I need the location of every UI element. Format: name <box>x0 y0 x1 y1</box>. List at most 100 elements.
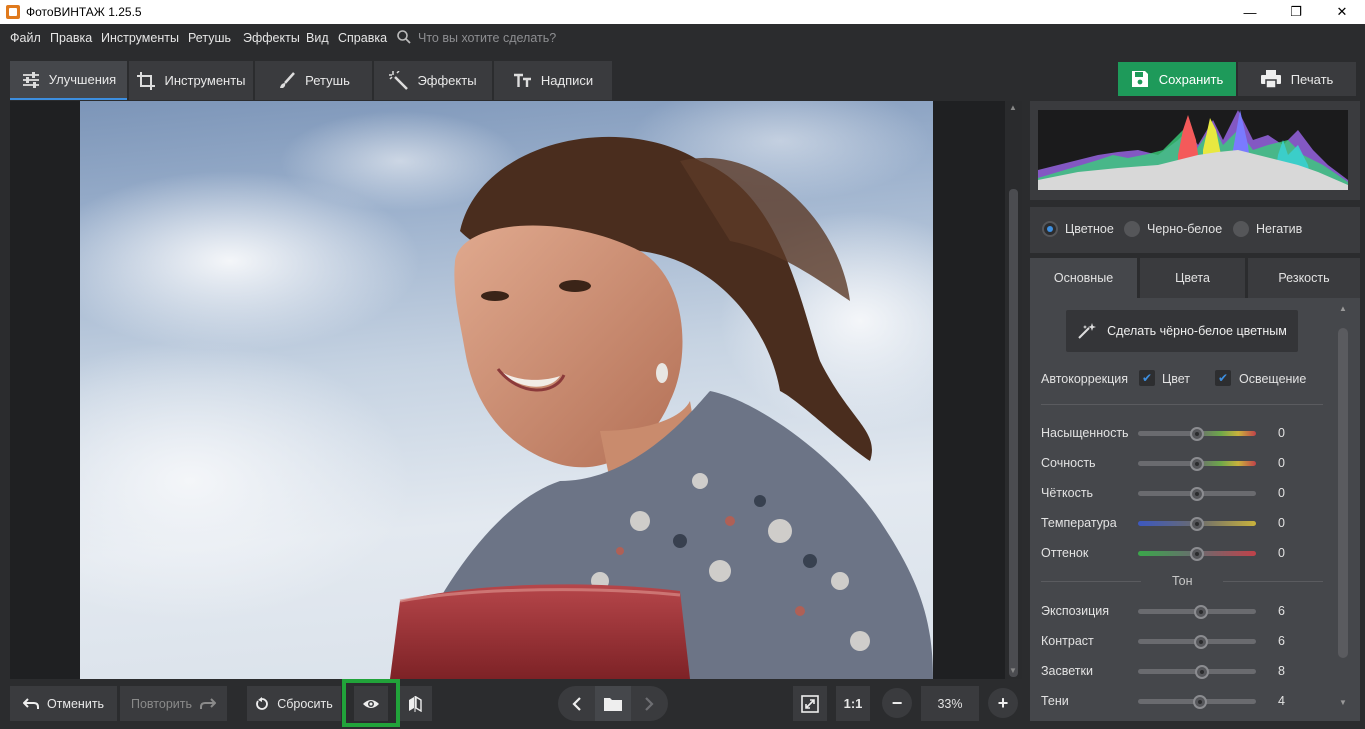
tab-label: Надписи <box>540 73 594 88</box>
chevron-right-icon <box>645 697 654 711</box>
menu-edit[interactable]: Правка <box>50 31 92 45</box>
canvas-scrollbar[interactable]: ▲ ▼ <box>1005 101 1022 679</box>
radio-bw[interactable] <box>1124 221 1140 237</box>
saturation-slider-knob[interactable] <box>1190 427 1204 441</box>
subtab-sharpness[interactable]: Резкость <box>1248 258 1360 298</box>
shadows-slider-knob[interactable] <box>1193 695 1207 709</box>
contrast-label: Контраст <box>1041 634 1094 648</box>
radio-bw-label[interactable]: Черно-белое <box>1147 222 1222 236</box>
fit-to-screen-button[interactable] <box>793 686 827 721</box>
tint-slider-knob[interactable] <box>1190 547 1204 561</box>
minimize-button[interactable]: — <box>1227 0 1273 24</box>
tab-enhancements[interactable]: Улучшения <box>10 61 127 100</box>
close-button[interactable]: ✕ <box>1319 0 1365 24</box>
highlights-slider-knob[interactable] <box>1195 665 1209 679</box>
undo-button[interactable]: Отменить <box>10 686 117 721</box>
auto-light-label[interactable]: Освещение <box>1239 372 1306 386</box>
radio-negative-label[interactable]: Негатив <box>1256 222 1302 236</box>
crop-icon <box>137 71 156 90</box>
scrollbar-thumb[interactable] <box>1009 189 1018 677</box>
redo-button[interactable]: Повторить <box>120 686 227 721</box>
prev-file-button[interactable] <box>566 693 588 715</box>
bottom-toolbar: Отменить Повторить Сбросить 1:1 − 33% + <box>0 679 1030 729</box>
printer-icon <box>1260 70 1281 88</box>
radio-color-label[interactable]: Цветное <box>1065 222 1114 236</box>
colorize-bw-button[interactable]: Сделать чёрно-белое цветным <box>1066 310 1298 352</box>
menu-tools[interactable]: Инструменты <box>101 31 179 45</box>
subtab-colors[interactable]: Цвета <box>1140 258 1245 298</box>
tab-tools[interactable]: Инструменты <box>129 61 253 100</box>
auto-color-checkbox[interactable]: ✔ <box>1139 370 1155 386</box>
photo-preview[interactable] <box>80 101 933 679</box>
reset-button[interactable]: Сбросить <box>247 686 341 721</box>
vibrance-slider-knob[interactable] <box>1190 457 1204 471</box>
menu-retouch[interactable]: Ретушь <box>188 31 231 45</box>
scroll-down-arrow-icon[interactable]: ▼ <box>1009 666 1017 675</box>
floppy-disk-icon <box>1131 71 1148 87</box>
auto-light-checkbox[interactable]: ✔ <box>1215 370 1231 386</box>
next-file-button[interactable] <box>638 693 660 715</box>
folder-icon <box>604 697 622 711</box>
clarity-slider-knob[interactable] <box>1190 487 1204 501</box>
exposure-label: Экспозиция <box>1041 604 1110 618</box>
contrast-slider-knob[interactable] <box>1194 635 1208 649</box>
title-bar: ФотоВИНТАЖ 1.25.5 — ❐ ✕ <box>0 0 1365 24</box>
tab-retouch[interactable]: Ретушь <box>255 61 372 100</box>
zoom-in-button[interactable]: + <box>988 688 1018 718</box>
maximize-button[interactable]: ❐ <box>1273 0 1319 24</box>
scrollbar-thumb[interactable] <box>1338 328 1348 658</box>
compare-split-button[interactable] <box>398 686 432 721</box>
settings-tabs: Основные Цвета Резкость <box>1030 258 1360 298</box>
save-button[interactable]: Сохранить <box>1118 62 1236 96</box>
zoom-out-button[interactable]: − <box>882 688 912 718</box>
color-mode-group: Цветное Черно-белое Негатив <box>1030 207 1360 253</box>
clarity-value: 0 <box>1278 486 1285 500</box>
reset-icon <box>256 696 269 710</box>
magic-stars-icon <box>1078 323 1097 339</box>
plus-icon: + <box>997 692 1009 713</box>
vibrance-label: Сочность <box>1041 456 1096 470</box>
saturation-label: Насыщенность <box>1041 426 1129 440</box>
reset-label: Сбросить <box>277 696 333 711</box>
menu-help[interactable]: Справка <box>338 31 387 45</box>
subtab-basic[interactable]: Основные <box>1030 258 1137 298</box>
colorize-bw-label: Сделать чёрно-белое цветным <box>1107 324 1287 338</box>
scroll-down-arrow-icon[interactable]: ▼ <box>1339 698 1347 707</box>
divider <box>1223 581 1323 582</box>
text-icon <box>513 73 531 87</box>
menu-file[interactable]: Файл <box>10 31 41 45</box>
open-folder-button[interactable] <box>595 686 631 721</box>
highlights-value: 8 <box>1278 664 1285 678</box>
redo-icon <box>200 697 216 709</box>
radio-negative[interactable] <box>1233 221 1249 237</box>
radio-color[interactable] <box>1042 221 1058 237</box>
shadows-label: Тени <box>1041 694 1069 708</box>
tint-label: Оттенок <box>1041 546 1089 560</box>
auto-color-label[interactable]: Цвет <box>1162 372 1190 386</box>
exposure-value: 6 <box>1278 604 1285 618</box>
print-button[interactable]: Печать <box>1238 62 1356 96</box>
search-icon <box>396 29 412 48</box>
tab-effects[interactable]: Эффекты <box>374 61 492 100</box>
settings-scrollbar[interactable]: ▲ ▼ <box>1336 298 1350 721</box>
sliders-icon <box>22 71 39 88</box>
zoom-actual-size-button[interactable]: 1:1 <box>836 686 870 721</box>
scroll-up-arrow-icon[interactable]: ▲ <box>1339 304 1347 313</box>
preview-button-highlight <box>342 679 400 727</box>
menu-effects[interactable]: Эффекты <box>243 31 300 45</box>
menu-view[interactable]: Вид <box>306 31 329 45</box>
temperature-slider-knob[interactable] <box>1190 517 1204 531</box>
command-search-input[interactable]: Что вы хотите сделать? <box>418 31 556 45</box>
zoom-level-display[interactable]: 33% <box>921 686 979 721</box>
histogram <box>1038 110 1348 190</box>
exposure-slider-knob[interactable] <box>1194 605 1208 619</box>
undo-icon <box>22 697 39 709</box>
tint-value: 0 <box>1278 546 1285 560</box>
highlights-label: Засветки <box>1041 664 1093 678</box>
temperature-value: 0 <box>1278 516 1285 530</box>
shadows-value: 4 <box>1278 694 1285 708</box>
photo-canvas[interactable] <box>10 101 1022 679</box>
print-label: Печать <box>1290 71 1334 87</box>
tab-captions[interactable]: Надписи <box>494 61 612 100</box>
scroll-up-arrow-icon[interactable]: ▲ <box>1009 103 1017 112</box>
